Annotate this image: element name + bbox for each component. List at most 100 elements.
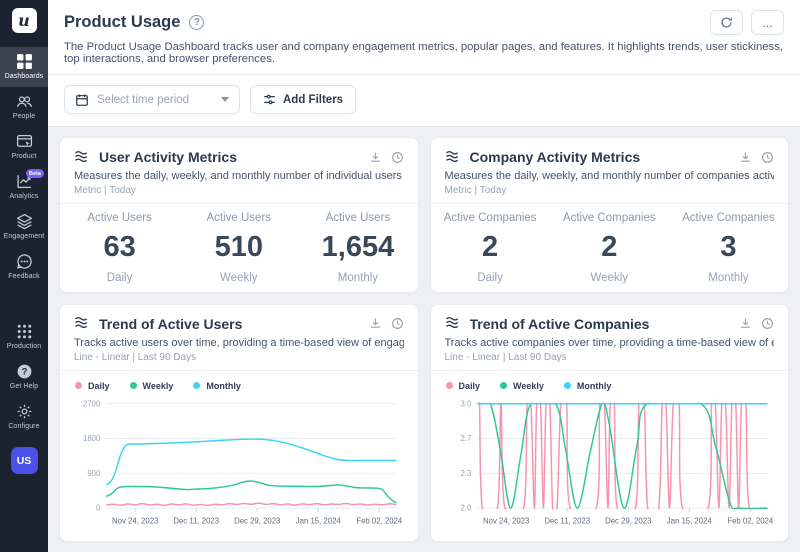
series-daily-line [106,503,397,505]
sidebar-nav: Dashboards People Product Beta Ana [0,47,48,437]
legend-label: Weekly [513,381,544,391]
metric-value: 3 [669,231,788,264]
download-icon[interactable] [739,151,752,164]
metric-value: 2 [431,231,550,264]
legend-item-weekly[interactable]: Weekly [130,381,174,391]
more-options-button[interactable]: ... [751,10,784,35]
card-trend-active-companies: Trend of Active Companies Tracks active [430,304,790,542]
beta-badge: Beta [26,169,45,178]
userpilot-logo[interactable]: u [12,8,37,33]
sidebar-item-dashboards[interactable]: Dashboards [0,47,48,87]
svg-text:Feb 02, 2024: Feb 02, 2024 [727,516,774,525]
svg-text:Jan 15, 2024: Jan 15, 2024 [296,516,342,525]
legend-item-monthly[interactable]: Monthly [564,381,612,391]
card-description: Tracks active companies over time, provi… [445,337,775,349]
legend-dot [564,382,571,389]
series-weekly-line [106,481,397,502]
metric-daily: Active Users 63 Daily [60,212,179,284]
sidebar-item-configure[interactable]: Configure [0,397,48,437]
sidebar-item-label: People [13,113,35,120]
sidebar-item-label: Feedback [8,273,40,280]
add-filters-button[interactable]: Add Filters [250,85,356,114]
chart-legend: Daily Weekly Monthly [73,379,405,395]
svg-text:3.0: 3.0 [460,399,471,408]
download-icon[interactable] [739,317,752,330]
card-title: Trend of Active Users [99,316,361,332]
metric-value: 510 [179,231,298,264]
metrics-body: Active Users 63 Daily Active Users 510 W… [60,204,418,292]
waves-icon [74,150,91,165]
sidebar: u Dashboards People Product [0,0,48,552]
analytics-icon: Beta [16,173,33,190]
metric-period: Daily [60,272,179,284]
sidebar-item-product[interactable]: Product [0,127,48,167]
metric-period: Daily [431,272,550,284]
legend-item-daily[interactable]: Daily [446,381,481,391]
card-description: Tracks active users over time, providing… [74,337,404,349]
legend-dot [446,382,453,389]
sidebar-item-feedback[interactable]: Feedback [0,247,48,287]
page-description: The Product Usage Dashboard tracks user … [64,41,784,65]
legend-item-weekly[interactable]: Weekly [500,381,544,391]
sliders-icon [263,93,276,106]
download-icon[interactable] [369,317,382,330]
legend-label: Monthly [206,381,241,391]
svg-text:900: 900 [87,469,101,478]
legend-label: Daily [459,381,481,391]
card-title: Company Activity Metrics [470,149,732,165]
metric-period: Weekly [179,272,298,284]
series-weekly-line [477,397,768,509]
legend-dot [75,382,82,389]
sidebar-item-get-help[interactable]: ? Get Help [0,357,48,397]
svg-text:Dec 29, 2023: Dec 29, 2023 [234,516,280,525]
dashboard-content: User Activity Metrics Measures the dail [48,127,800,552]
chart-legend: Daily Weekly Monthly [444,379,776,395]
clock-icon[interactable] [391,151,404,164]
card-subtitle: Metric | Today [74,185,404,196]
feedback-icon [16,253,33,270]
svg-text:2.3: 2.3 [460,469,471,478]
sidebar-item-people[interactable]: People [0,87,48,127]
card-description: Measures the daily, weekly, and monthly … [74,170,404,182]
help-circle-icon: ? [16,363,33,380]
legend-item-daily[interactable]: Daily [75,381,110,391]
user-avatar[interactable]: US [11,447,38,474]
svg-text:Jan 15, 2024: Jan 15, 2024 [666,516,712,525]
time-period-select[interactable]: Select time period [64,85,240,114]
clock-icon[interactable] [391,317,404,330]
card-subtitle: Line - Linear | Last 90 Days [74,352,404,363]
metric-weekly: Active Users 510 Weekly [179,212,298,284]
card-title: User Activity Metrics [99,149,361,165]
page-title: Product Usage [64,13,180,32]
dashboards-icon [16,53,33,70]
production-icon [16,323,33,340]
card-subtitle: Line - Linear | Last 90 Days [445,352,775,363]
svg-text:2.0: 2.0 [460,503,471,512]
svg-text:Dec 11, 2023: Dec 11, 2023 [173,516,219,525]
download-icon[interactable] [369,151,382,164]
sidebar-item-engagement[interactable]: Engagement [0,207,48,247]
legend-item-monthly[interactable]: Monthly [193,381,241,391]
main-area: Product Usage ? ... The Product Usage Da… [48,0,800,552]
add-filters-label: Add Filters [283,94,343,106]
card-subtitle: Metric | Today [445,185,775,196]
page-help-icon[interactable]: ? [189,15,204,30]
sidebar-item-production[interactable]: Production [0,317,48,357]
clock-icon[interactable] [761,151,774,164]
waves-icon [445,150,462,165]
svg-text:Feb 02, 2024: Feb 02, 2024 [356,516,403,525]
refresh-button[interactable] [710,10,743,35]
card-title: Trend of Active Companies [470,316,732,332]
series-monthly-line [106,439,397,485]
sidebar-item-analytics[interactable]: Beta Analytics [0,167,48,207]
waves-icon [74,316,91,331]
card-company-activity-metrics: Company Activity Metrics Measures the d [430,137,790,293]
waves-icon [445,316,462,331]
sidebar-item-label: Get Help [10,383,38,390]
chevron-down-icon [221,97,229,102]
page-header: Product Usage ? ... The Product Usage Da… [48,0,800,75]
card-description: Measures the daily, weekly, and monthly … [445,170,775,182]
clock-icon[interactable] [761,317,774,330]
legend-label: Weekly [143,381,174,391]
svg-text:2.7: 2.7 [460,434,471,443]
